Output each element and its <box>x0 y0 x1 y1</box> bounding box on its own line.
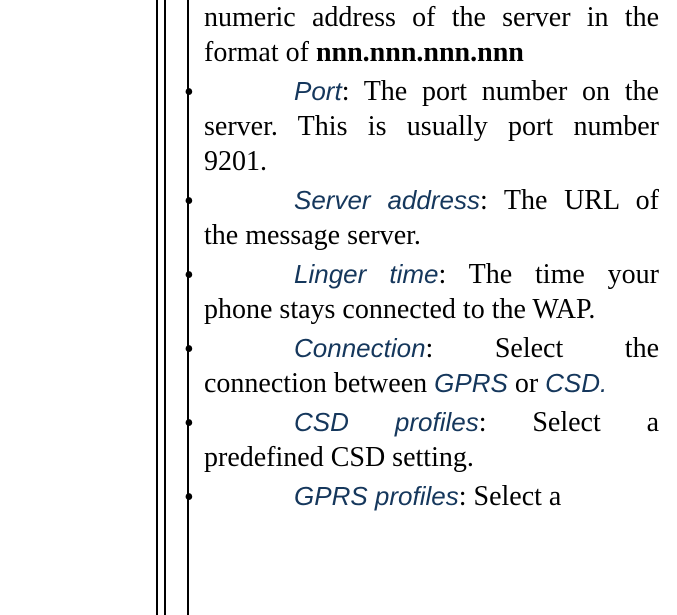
term-label: Port <box>294 76 342 106</box>
inline-term-csd: CSD. <box>545 368 607 398</box>
list-item-body: Connection: Select the connection betwee… <box>204 331 659 401</box>
list-item: • GPRS profiles: Select a <box>204 479 659 514</box>
list-item: • Port: The port number on the server. T… <box>204 74 659 179</box>
list-item: • Connection: Select the connection betw… <box>204 331 659 401</box>
list-item-body: GPRS profiles: Select a <box>204 479 659 514</box>
term-after: : The <box>480 185 547 216</box>
list-item: • Server address: The URL of the message… <box>204 183 659 253</box>
bullet-icon: • <box>184 75 194 110</box>
bullet-icon: • <box>184 258 194 293</box>
term-label: Connection <box>294 333 426 363</box>
item-rest: predefined CSD setting. <box>204 442 474 473</box>
term-after: : The port number <box>342 76 568 107</box>
term-label: GPRS profiles <box>294 481 459 511</box>
item-rest-pre: connection between <box>204 368 434 399</box>
content-column: numeric address of the server in the for… <box>204 0 659 514</box>
term-label: CSD profiles <box>294 407 479 437</box>
list-item-body: CSD profiles: Select a predefined CSD se… <box>204 405 659 475</box>
list-item-body: Linger time: The time your phone stays c… <box>204 257 659 327</box>
bullet-icon: • <box>184 406 194 441</box>
list-item: • Linger time: The time your phone stays… <box>204 257 659 327</box>
term-after: : Select the <box>426 333 659 364</box>
intro-paragraph: numeric address of the server in the for… <box>204 0 659 70</box>
list-item-body: Server address: The URL of the message s… <box>204 183 659 253</box>
bullet-icon: • <box>184 184 194 219</box>
term-after: : Select a <box>459 481 562 512</box>
term-label: Linger time <box>294 259 438 289</box>
vertical-rule <box>164 0 166 615</box>
intro-line1: numeric address of the server in <box>204 2 609 33</box>
term-label: Server address <box>294 185 480 215</box>
item-rest-mid: or <box>508 368 545 399</box>
term-after: : The time <box>438 259 584 290</box>
intro-format-bold: nnn.nnn.nnn.nnn <box>316 37 524 68</box>
list-item-body: Port: The port number on the server. Thi… <box>204 74 659 179</box>
term-after: : Select a <box>479 407 659 438</box>
page: numeric address of the server in the for… <box>0 0 677 615</box>
list-item: • CSD profiles: Select a predefined CSD … <box>204 405 659 475</box>
bullet-icon: • <box>184 332 194 367</box>
vertical-rule <box>156 0 158 615</box>
bullet-icon: • <box>184 480 194 515</box>
inline-term-gprs: GPRS <box>434 368 508 398</box>
